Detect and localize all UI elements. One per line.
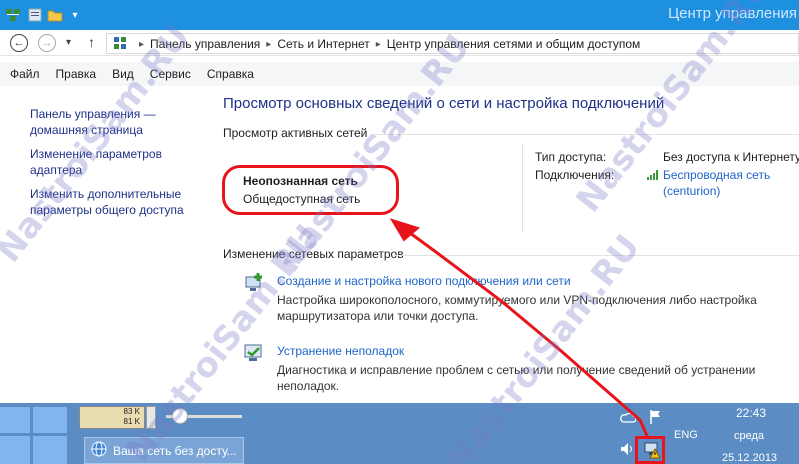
control-panel-icon [113,36,127,53]
connection-link[interactable]: Беспроводная сеть [663,168,770,182]
breadcrumb-network-center[interactable]: Центр управления сетями и общим доступом [387,37,641,51]
windows-logo-pane [0,436,30,464]
folder-icon[interactable] [46,6,64,24]
annotation-highlight-square [635,436,665,464]
new-connection-desc: Настройка широкополосного, коммутируемог… [277,293,757,323]
language-indicator[interactable]: ENG [674,429,698,441]
forward-arrow-icon: → [41,37,53,49]
cloud-tray-icon[interactable] [620,411,636,425]
clock-date[interactable]: 25.12.2013 [722,452,777,464]
back-button[interactable]: ← [10,34,28,52]
vertical-divider [522,144,523,232]
active-networks-header: Просмотр активных сетей [223,126,368,140]
clock-day[interactable]: среда [734,430,764,442]
windows-logo-pane [0,407,30,433]
section-divider [375,134,799,135]
connection-link-ssid[interactable]: (centurion) [663,184,720,198]
app-icon[interactable] [4,6,22,24]
breadcrumb-separator-icon[interactable]: ▸ [376,39,381,50]
meter-upload: 83 K [123,407,140,416]
menu-edit[interactable]: Правка [56,67,97,81]
page-title: Просмотр основных сведений о сети и наст… [223,95,665,112]
title-bar: ▾ Центр управления [0,0,799,30]
new-connection-link[interactable]: Создание и настройка нового подключения … [277,274,571,288]
action-center-flag-icon[interactable] [648,409,662,425]
start-button[interactable] [0,403,70,464]
menu-help[interactable]: Справка [207,67,254,81]
back-arrow-icon: ← [13,37,25,49]
wifi-signal-icon [647,168,660,183]
breadcrumb: ▸ Панель управления ▸ Сеть и Интернет ▸ … [133,37,640,51]
properties-icon[interactable] [26,6,44,24]
quick-access-dropdown-icon[interactable]: ▾ [66,6,84,24]
recent-pages-dropdown-icon[interactable]: ▾ [66,37,71,48]
troubleshoot-link[interactable]: Устранение неполадок [277,344,404,358]
access-type-value: Без доступа к Интернету [663,150,799,164]
meter-download: 81 K [123,417,140,426]
menu-file[interactable]: Файл [10,67,40,81]
speaker-icon[interactable] [620,441,636,457]
up-button[interactable]: ↑ [88,34,95,50]
forward-button[interactable]: → [38,34,56,52]
taskbar: 83 K 81 K Ваша сеть без досту... ENG 22:… [0,403,799,464]
breadcrumb-separator-icon[interactable]: ▸ [266,39,271,50]
breadcrumb-network-internet[interactable]: Сеть и Интернет [277,37,369,51]
browser-globe-icon [91,441,107,460]
windows-logo-pane [33,436,67,464]
windows-logo-pane [33,407,67,433]
clock-time[interactable]: 22:43 [736,406,766,420]
